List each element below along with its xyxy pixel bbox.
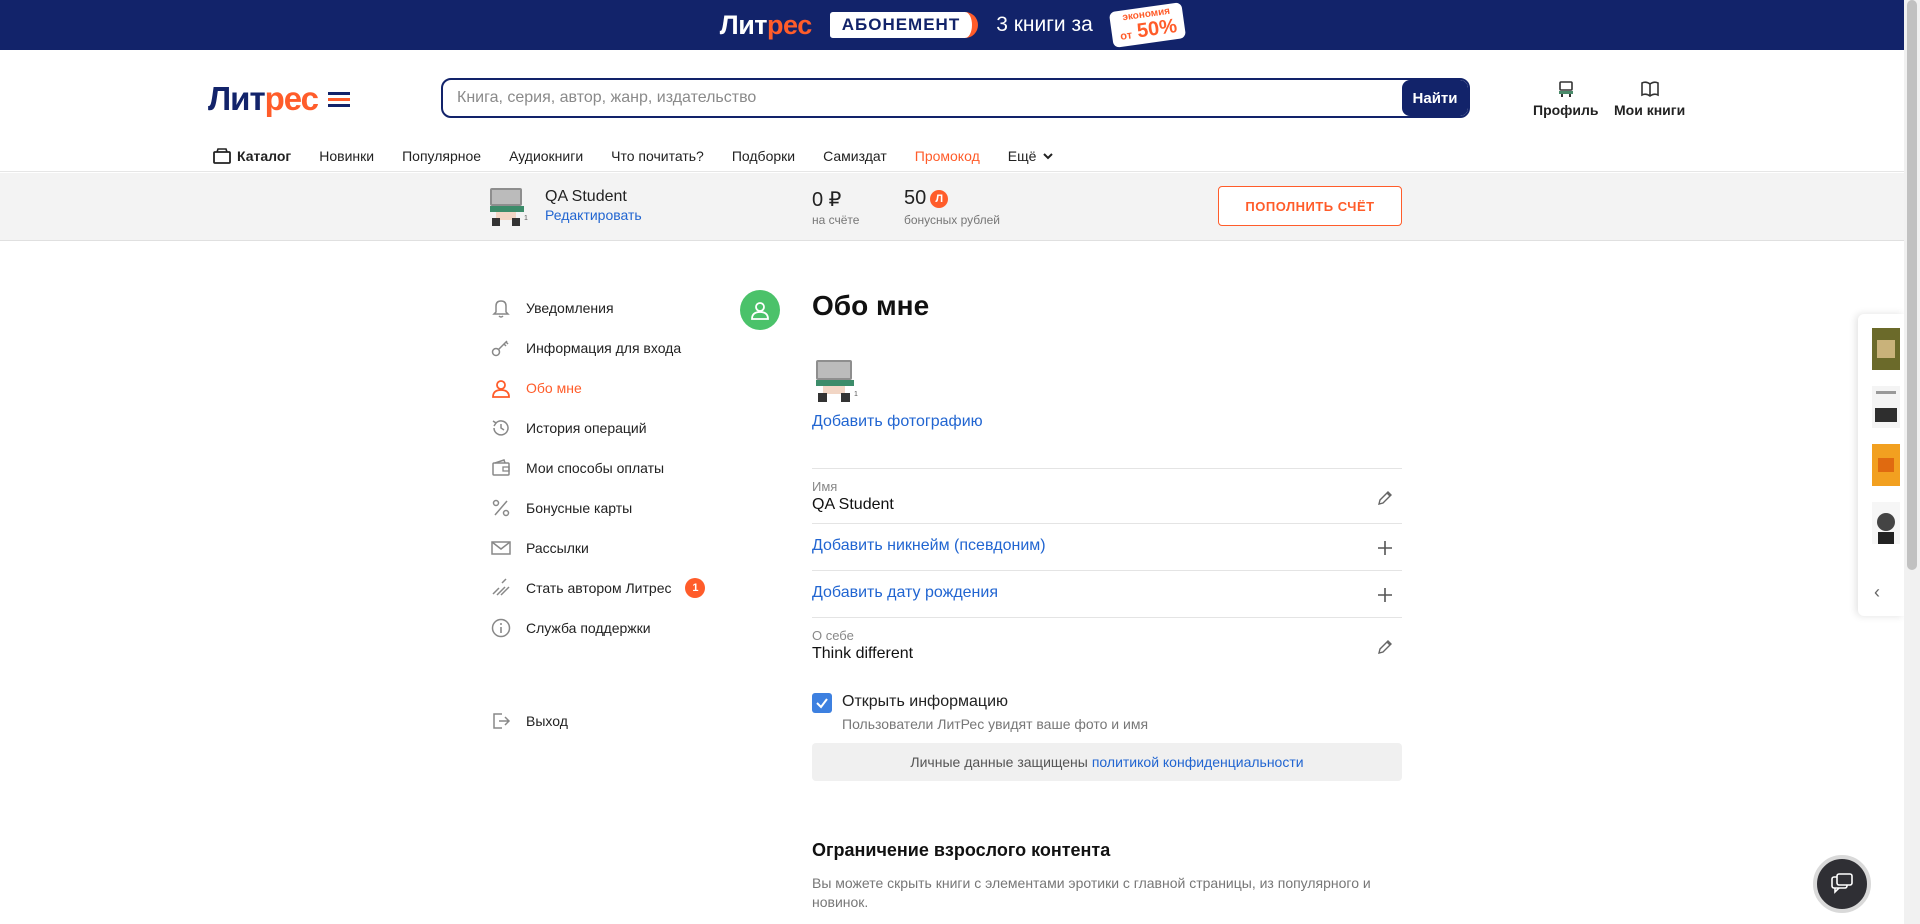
svg-text:1: 1 (524, 215, 528, 222)
nav-more[interactable]: Ещё (1008, 148, 1055, 164)
support-chat-button[interactable] (1813, 855, 1871, 913)
privacy-policy-link[interactable]: политикой конфиденциальности (1092, 754, 1304, 770)
nav-what-to-read[interactable]: Что почитать? (611, 148, 704, 164)
info-icon (491, 618, 511, 638)
bell-icon (492, 300, 510, 318)
side-item-bonus-cards[interactable]: Бонусные карты (490, 488, 730, 528)
side-item-mailings[interactable]: Рассылки (490, 528, 730, 568)
checkmark-icon (816, 698, 828, 709)
name-label: Имя (812, 479, 838, 494)
avatar[interactable]: 1 (486, 186, 528, 228)
search-input[interactable] (443, 80, 1402, 116)
my-books-link[interactable]: Мои книги (1614, 80, 1685, 118)
side-item-become-author[interactable]: Стать автором Литрес 1 (490, 568, 730, 608)
nav-new[interactable]: Новинки (319, 148, 374, 164)
key-icon (491, 340, 509, 357)
nav-catalog[interactable]: Каталог (213, 148, 291, 164)
book-cover-thumbnail[interactable] (1872, 444, 1900, 486)
book-cover-thumbnail[interactable] (1872, 328, 1900, 370)
open-info-label[interactable]: Открыть информацию (842, 693, 1008, 711)
author-badge: 1 (685, 578, 706, 598)
user-icon (492, 380, 510, 398)
chevron-down-icon (1043, 153, 1054, 160)
profile-link[interactable]: Профиль (1533, 80, 1599, 118)
promo-banner[interactable]: Литрес АБОНЕМЕНТ 3 книги за экономия от … (0, 0, 1904, 50)
balance-label: на счёте (812, 213, 860, 227)
name-value: QA Student (812, 496, 894, 513)
promo-logo: Литрес (719, 9, 812, 40)
adult-content-description: Вы можете скрыть книги с элементами эрот… (812, 875, 1371, 910)
open-book-icon (1640, 81, 1659, 97)
catalog-icon (213, 148, 231, 164)
bonus-coin-icon: Л (930, 189, 949, 208)
history-icon (492, 420, 509, 436)
book-cover-thumbnail[interactable] (1872, 502, 1900, 544)
exit-icon (493, 713, 511, 729)
add-photo-link[interactable]: Добавить фотографию (812, 413, 983, 431)
site-header: Литрес Найти Профиль Мои книги Каталог Н… (0, 50, 1904, 172)
plus-icon[interactable] (1376, 586, 1394, 604)
side-item-about-me[interactable]: Обо мне (490, 368, 730, 408)
settings-side-menu: Уведомления Информация для входа Обо мне… (490, 288, 730, 648)
promo-text: 3 книги за (996, 13, 1093, 36)
recent-books-rail: ‹ (1858, 314, 1904, 616)
scrollbar-thumb[interactable] (1907, 0, 1917, 570)
about-field[interactable]: О себе Think different (812, 617, 1402, 672)
nav-promocode[interactable]: Промокод (915, 148, 980, 164)
page-scrollbar[interactable] (1904, 0, 1920, 924)
add-birthdate-link[interactable]: Добавить дату рождения (812, 584, 998, 602)
birthdate-field[interactable]: Добавить дату рождения (812, 570, 1402, 617)
add-nickname-link[interactable]: Добавить никнейм (псевдоним) (812, 537, 1046, 555)
about-me-user-icon (740, 290, 780, 330)
edit-profile-link[interactable]: Редактировать (545, 207, 642, 223)
name-field[interactable]: Имя QA Student (812, 468, 1402, 523)
profile-photo: 1 (816, 360, 858, 402)
book-cover-thumbnail[interactable] (1872, 386, 1900, 428)
side-item-history[interactable]: История операций (490, 408, 730, 448)
pencil-icon[interactable] (1376, 638, 1394, 656)
open-info-hint: Пользователи ЛитРес увидят ваше фото и и… (842, 716, 1149, 732)
nickname-field[interactable]: Добавить никнейм (псевдоним) (812, 523, 1402, 570)
main-nav: Каталог Новинки Популярное Аудиокниги Чт… (213, 144, 1082, 168)
pencil-icon[interactable] (1376, 489, 1394, 507)
side-item-support[interactable]: Служба поддержки (490, 608, 730, 648)
bonus-value: 50 Л (904, 187, 949, 210)
account-strip: 1 QA Student Редактировать 0 ₽ на счёте … (0, 173, 1904, 241)
side-item-exit[interactable]: Выход (490, 701, 568, 741)
search-button[interactable]: Найти (1402, 80, 1468, 116)
svg-text:1: 1 (854, 391, 858, 398)
bonus-label: бонусных рублей (904, 213, 1001, 227)
side-item-login-info[interactable]: Информация для входа (490, 328, 730, 368)
privacy-note: Личные данные защищены политикой конфиде… (812, 743, 1402, 781)
page-title: Обо мне (812, 290, 930, 321)
plus-icon[interactable] (1376, 539, 1394, 557)
search-bar: Найти (441, 78, 1470, 118)
mail-icon (491, 541, 511, 555)
nav-collections[interactable]: Подборки (732, 148, 795, 164)
balance-value: 0 ₽ (812, 189, 842, 211)
wallet-icon (492, 459, 510, 476)
account-name: QA Student (545, 188, 627, 205)
pen-icon (492, 578, 510, 596)
side-item-notifications[interactable]: Уведомления (490, 288, 730, 328)
about-label: О себе (812, 628, 854, 643)
open-info-checkbox[interactable] (812, 693, 832, 713)
site-logo[interactable]: Литрес (208, 80, 351, 118)
chat-icon (1831, 873, 1853, 894)
logo-bars-icon (328, 91, 351, 107)
percent-icon (492, 499, 510, 517)
collapse-rail-icon[interactable]: ‹ (1874, 582, 1880, 603)
promo-discount-sticker: экономия от 50% (1108, 2, 1187, 48)
adult-content-title: Ограничение взрослого контента (812, 840, 1111, 860)
promo-subscription-pill: АБОНЕМЕНТ (829, 12, 979, 38)
topup-button[interactable]: ПОПОЛНИТЬ СЧЁТ (1218, 186, 1402, 226)
nav-audiobooks[interactable]: Аудиокниги (509, 148, 583, 164)
side-item-payment-methods[interactable]: Мои способы оплаты (490, 448, 730, 488)
nav-popular[interactable]: Популярное (402, 148, 481, 164)
about-value: Think different (812, 645, 914, 662)
nav-self-publishing[interactable]: Самиздат (823, 148, 887, 164)
profile-icon (1558, 81, 1573, 97)
